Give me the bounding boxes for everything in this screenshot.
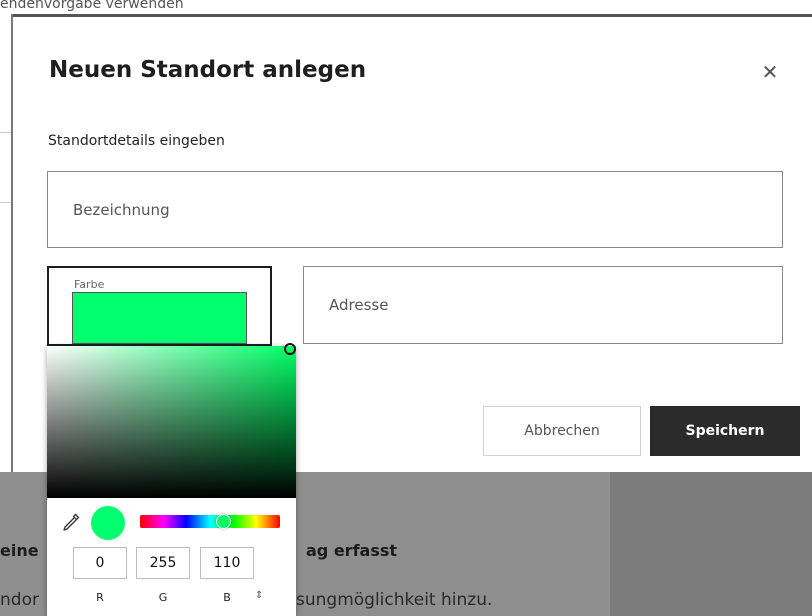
section-label: Standortdetails eingeben <box>48 133 225 149</box>
background-subtext-right: sungmöglichkeit hinzu. <box>296 590 493 610</box>
green-label: G <box>158 591 168 604</box>
eyedropper-icon[interactable] <box>61 512 81 532</box>
color-field-label: Farbe <box>74 278 105 291</box>
hue-slider[interactable] <box>140 514 280 529</box>
red-label: R <box>96 591 104 604</box>
dialog-title: Neuen Standort anlegen <box>49 57 367 83</box>
background-heading-right: ag erfasst <box>306 541 398 560</box>
saturation-value-handle[interactable] <box>284 343 296 355</box>
green-input[interactable] <box>136 547 190 579</box>
blue-label: B <box>223 591 231 604</box>
cancel-button[interactable]: Abbrechen <box>483 406 641 456</box>
name-field-container <box>47 171 783 248</box>
address-field-container <box>303 266 783 344</box>
saturation-value-area[interactable] <box>47 343 296 498</box>
address-input[interactable] <box>304 267 782 343</box>
color-preview <box>91 506 125 540</box>
red-input[interactable] <box>73 547 127 579</box>
blue-input[interactable] <box>200 547 254 579</box>
color-field[interactable]: Farbe <box>47 266 272 346</box>
hue-slider-thumb[interactable] <box>215 514 231 529</box>
save-button[interactable]: Speichern <box>650 406 800 456</box>
background-top-text: endenvorgabe verwenden <box>0 0 184 12</box>
color-swatch[interactable] <box>72 292 247 344</box>
color-picker-popup: R G B ⇕ <box>47 343 296 616</box>
close-icon[interactable]: ✕ <box>759 61 781 83</box>
name-input[interactable] <box>48 172 782 247</box>
color-mode-toggle-icon[interactable]: ⇕ <box>255 590 263 601</box>
background-subtext-left: ndor <box>0 590 39 610</box>
background-heading-left: eine <box>0 541 39 560</box>
